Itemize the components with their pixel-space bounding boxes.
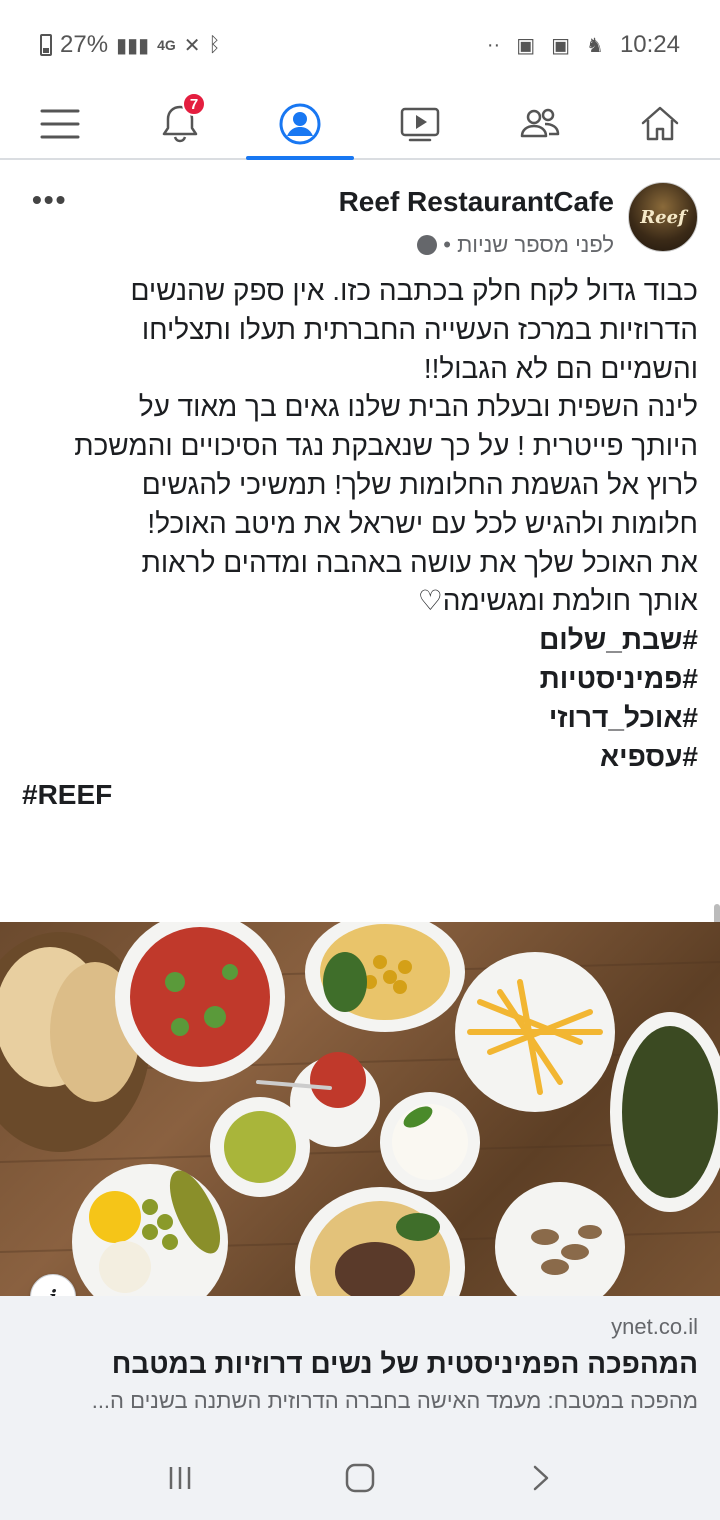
status-right: ·· ▣ ▣ ♞ 10:24 (487, 31, 680, 59)
nav-notifications[interactable]: 7 (120, 90, 240, 158)
post: Reef Reef RestaurantCafe לפני מספר שניות… (0, 162, 720, 815)
groups-icon (520, 108, 560, 138)
post-meta: לפני מספר שניות • (417, 232, 614, 258)
post-text-line: כבוד גדול לקח חלק בכתבה כזו. אין ספק שהנ… (130, 275, 698, 306)
food-spread-illustration (0, 922, 720, 1296)
avatar-logo-text: Reef (640, 206, 686, 228)
dots-icon: ·· (486, 33, 501, 56)
nav-watch[interactable] (360, 90, 480, 158)
hashtag-link[interactable]: #עספיא (22, 738, 698, 777)
hashtag-link[interactable]: #אוכל_דרוזי (22, 699, 698, 738)
app-notification-icon: ▣ (516, 34, 536, 57)
profile-icon (279, 103, 321, 145)
status-bar: 27% ▮▮▮ 4G ✕ ᛒ ·· ▣ ▣ ♞ 10:24 (0, 0, 720, 90)
nav-home[interactable] (600, 90, 720, 158)
back-button[interactable] (510, 1448, 570, 1508)
post-text-line: אותך חולמת ומגשימה♡ (417, 585, 698, 617)
app-notification-icon-3: ♞ (586, 34, 604, 57)
globe-icon (417, 235, 438, 255)
system-nav-bar (0, 1436, 720, 1520)
post-text-line: היותך פייטרית ! על כך שנאבקת נגד הסיכויי… (74, 430, 698, 462)
top-nav: 7 (0, 90, 720, 160)
post-text-line: חלומות ולהגיש לכל עם ישראל את מיטב האוכל… (147, 507, 698, 539)
back-icon (533, 1465, 549, 1491)
link-description: מהפכה במטבח: מעמד האישה בחברה הדרוזית הש… (91, 1388, 698, 1413)
hashtag-link[interactable]: #פמיניסטיות (22, 660, 698, 699)
link-preview[interactable]: ynet.co.il המהפכה הפמיניסטית של נשים דרו… (0, 1296, 720, 1436)
home-button[interactable] (330, 1448, 390, 1508)
nav-menu[interactable] (0, 90, 120, 158)
network-type: 4G (157, 37, 176, 53)
post-text-line: הדרוזיות במרכז העשייה החברתית תעלו ותצלי… (141, 313, 698, 345)
app-notification-icon-2: ▣ (551, 34, 570, 57)
home-button-icon (345, 1463, 375, 1493)
avatar[interactable]: Reef (628, 182, 698, 252)
hashtag-link[interactable]: #שבת_שלום (22, 621, 698, 660)
more-options-button[interactable]: ••• (32, 184, 67, 216)
link-preview-image[interactable] (0, 922, 720, 1296)
notification-badge: 7 (182, 92, 206, 116)
link-title: המהפכה הפמיניסטית של נשים דרוזיות במטבח (111, 1348, 698, 1379)
status-left: 27% ▮▮▮ 4G ✕ ᛒ (40, 31, 221, 59)
nav-profile[interactable] (240, 90, 360, 160)
post-text-line: לרוץ אל הגשמת החלומות שלך! תמשיכי להגשים (141, 468, 698, 500)
nav-groups[interactable] (480, 90, 600, 158)
post-text-line: לינה השפית ובעלת הבית שלנו גאים בך מאוד … (138, 391, 698, 423)
hashtag-link[interactable]: #REEF (22, 776, 698, 815)
bluetooth-icon: ᛒ (208, 33, 221, 56)
home-icon (641, 106, 679, 141)
post-time[interactable]: לפני מספר שניות • (443, 232, 614, 258)
page-name[interactable]: Reef RestaurantCafe (339, 186, 614, 218)
battery-icon (40, 34, 52, 56)
video-icon (400, 107, 440, 142)
signal-icon: ▮▮▮ (116, 34, 150, 57)
link-domain: ynet.co.il (611, 1314, 698, 1339)
clock: 10:24 (619, 31, 680, 58)
post-text-line: והשמיים הם לא הגבול!! (423, 352, 698, 384)
recents-icon (169, 1467, 191, 1489)
post-header: Reef Reef RestaurantCafe לפני מספר שניות… (0, 162, 720, 272)
post-text: כבוד גדול לקח חלק בכתבה כזו. אין ספק שהנ… (0, 272, 720, 815)
battery-level: 27% (60, 31, 109, 58)
post-text-line: את האוכל שלך את עושה באהבה ומדהים לראות (141, 546, 698, 578)
menu-icon (40, 109, 80, 139)
recents-button[interactable] (150, 1448, 210, 1508)
mute-icon: ✕ (183, 34, 201, 57)
